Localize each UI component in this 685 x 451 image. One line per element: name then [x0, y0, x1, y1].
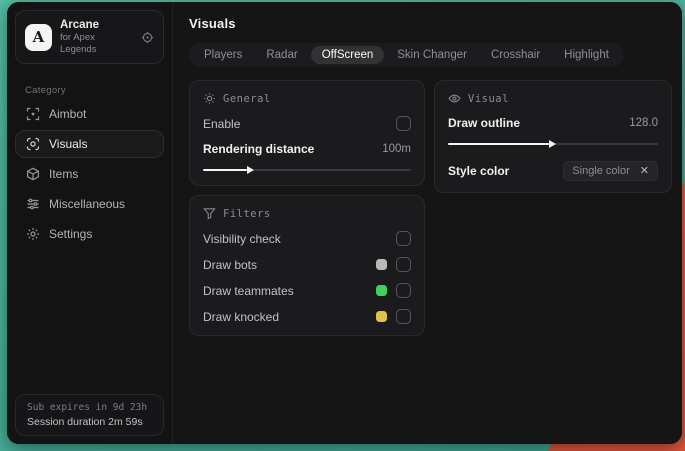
eye-icon [448, 92, 461, 105]
visibility-check-row: Visibility check [203, 231, 411, 246]
visual-panel: Visual Draw outline 128.0 Style color Si… [434, 80, 672, 193]
filters-panel: Filters Visibility check Draw bots Draw … [189, 195, 425, 336]
filters-panel-title: Filters [223, 207, 271, 220]
main-panel: Visuals Players Radar OffScreen Skin Cha… [173, 2, 682, 444]
app-logo: A [25, 23, 52, 51]
tab-skin-changer[interactable]: Skin Changer [386, 46, 478, 64]
clear-icon[interactable]: ✕ [640, 165, 649, 177]
enable-label: Enable [203, 116, 241, 131]
visibility-check-label: Visibility check [203, 231, 281, 246]
draw-teammates-row: Draw teammates [203, 283, 411, 298]
page-title: Visuals [189, 16, 236, 31]
draw-bots-color-swatch[interactable] [376, 259, 387, 270]
rendering-distance-slider[interactable] [203, 166, 411, 174]
sun-icon [203, 92, 216, 105]
sidebar-item-label: Aimbot [49, 107, 87, 122]
category-label: Category [25, 85, 66, 97]
eye-scan-icon [26, 137, 40, 151]
general-panel-header: General [203, 92, 411, 105]
left-column: General Enable Rendering distance 100m F… [189, 80, 425, 336]
draw-bots-checkbox[interactable] [396, 257, 411, 272]
style-color-row: Style color Single color ✕ [448, 161, 658, 181]
sidebar-item-items[interactable]: Items [15, 160, 164, 188]
sidebar: A Arcane for Apex Legends Category Aimbo… [7, 2, 173, 444]
funnel-icon [203, 207, 216, 220]
style-color-label: Style color [448, 164, 510, 178]
draw-teammates-controls [376, 283, 411, 298]
visual-panel-header: Visual [448, 92, 658, 105]
draw-teammates-color-swatch[interactable] [376, 285, 387, 296]
draw-knocked-label: Draw knocked [203, 309, 280, 324]
tab-players[interactable]: Players [193, 46, 253, 64]
crosshair-icon [26, 107, 40, 121]
app-subtitle: for Apex Legends [60, 32, 97, 56]
sidebar-item-label: Items [49, 167, 79, 182]
draw-bots-row: Draw bots [203, 257, 411, 272]
sidebar-item-label: Miscellaneous [49, 197, 126, 212]
sidebar-nav: Aimbot Visuals Items Miscellaneous Setti… [7, 100, 172, 248]
draw-bots-label: Draw bots [203, 257, 258, 272]
draw-knocked-color-swatch[interactable] [376, 311, 387, 322]
sidebar-item-label: Settings [49, 227, 93, 242]
tab-offscreen[interactable]: OffScreen [310, 46, 385, 64]
draw-knocked-row: Draw knocked [203, 309, 411, 324]
subscription-card: Sub expires in 9d 23h Session duration 2… [15, 394, 164, 436]
rendering-distance-row: Rendering distance 100m [203, 142, 411, 156]
session-duration-text: Session duration 2m 59s [27, 416, 143, 428]
draw-bots-controls [376, 257, 411, 272]
filters-panel-header: Filters [203, 207, 411, 220]
visual-panel-title: Visual [468, 92, 509, 105]
draw-teammates-label: Draw teammates [203, 283, 294, 298]
slider-fill [203, 166, 254, 174]
style-color-select[interactable]: Single color ✕ [563, 161, 658, 181]
rendering-distance-value: 100m [382, 143, 411, 155]
draw-outline-row: Draw outline 128.0 [448, 116, 658, 130]
right-column: Visual Draw outline 128.0 Style color Si… [434, 80, 672, 193]
tab-bar: Players Radar OffScreen Skin Changer Cro… [189, 43, 624, 67]
target-icon[interactable] [141, 31, 154, 44]
draw-outline-slider[interactable] [448, 140, 658, 148]
slider-fill [448, 140, 556, 148]
slider-thumb-arrow-icon[interactable] [548, 140, 556, 148]
app-header-card: A Arcane for Apex Legends [15, 10, 164, 65]
draw-outline-value: 128.0 [629, 117, 658, 129]
desktop-backdrop: A Arcane for Apex Legends Category Aimbo… [0, 0, 685, 451]
app-name: Arcane [60, 19, 99, 31]
sidebar-item-visuals[interactable]: Visuals [15, 130, 164, 159]
sub-expiry-text: Sub expires in 9d 23h [27, 402, 148, 413]
cube-icon [26, 167, 40, 181]
general-panel-title: General [223, 92, 271, 105]
tab-highlight[interactable]: Highlight [553, 46, 620, 64]
rendering-distance-label: Rendering distance [203, 142, 315, 156]
draw-knocked-checkbox[interactable] [396, 309, 411, 324]
tab-crosshair[interactable]: Crosshair [480, 46, 551, 64]
draw-knocked-controls [376, 309, 411, 324]
sliders-icon [26, 197, 40, 211]
sidebar-item-aimbot[interactable]: Aimbot [15, 100, 164, 128]
enable-checkbox[interactable] [396, 116, 411, 131]
gear-icon [26, 227, 40, 241]
slider-thumb-arrow-icon[interactable] [246, 166, 254, 174]
general-panel: General Enable Rendering distance 100m [189, 80, 425, 186]
draw-teammates-checkbox[interactable] [396, 283, 411, 298]
settings-grid: General Enable Rendering distance 100m F… [189, 80, 672, 336]
tab-radar[interactable]: Radar [255, 46, 308, 64]
enable-row: Enable [203, 116, 411, 131]
visibility-check-checkbox[interactable] [396, 231, 411, 246]
app-title-block: Arcane for Apex Legends [60, 18, 133, 56]
sidebar-item-settings[interactable]: Settings [15, 220, 164, 248]
draw-outline-label: Draw outline [448, 116, 521, 130]
style-color-value: Single color [572, 165, 630, 177]
sidebar-item-miscellaneous[interactable]: Miscellaneous [15, 190, 164, 218]
sidebar-item-label: Visuals [49, 137, 88, 152]
app-window: A Arcane for Apex Legends Category Aimbo… [7, 2, 682, 444]
